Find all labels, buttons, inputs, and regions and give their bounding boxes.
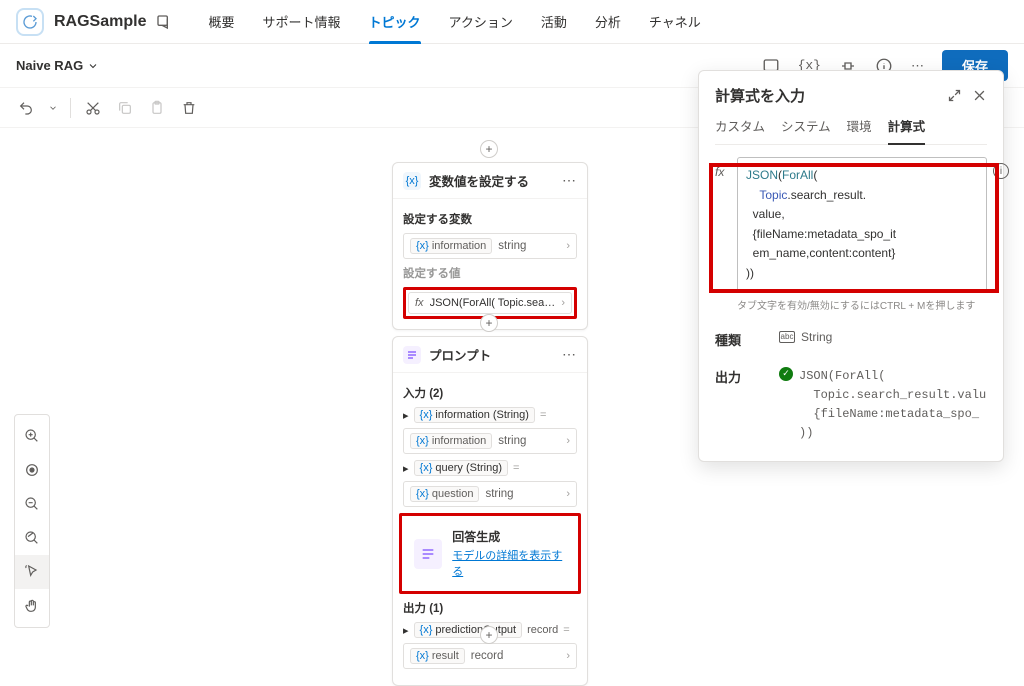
answer-title: 回答生成 xyxy=(452,528,566,545)
node-title: プロンプト xyxy=(429,345,554,364)
variable-icon: {x} xyxy=(403,172,421,190)
formula-input[interactable]: JSON(ForAll( Topic.search_result. value,… xyxy=(737,157,987,293)
node-menu-button[interactable]: ⋯ xyxy=(562,172,577,189)
prompt-icon xyxy=(403,346,421,364)
nav-tab-analytics[interactable]: 分析 xyxy=(583,0,633,44)
variable-selector[interactable]: {x}information string › xyxy=(403,233,577,259)
panel-title: 計算式を入力 xyxy=(715,85,805,106)
success-icon: ✓ xyxy=(779,367,793,381)
nav-tab-channels[interactable]: チャネル xyxy=(637,0,713,44)
node-title: 変数値を設定する xyxy=(429,171,554,190)
nav-tab-activity[interactable]: 活動 xyxy=(529,0,579,44)
chevron-right-icon: › xyxy=(566,240,570,252)
undo-chevron-icon[interactable] xyxy=(48,103,58,113)
panel-tab-system[interactable]: システム xyxy=(781,116,831,144)
connector-add-mid[interactable]: + xyxy=(480,314,498,332)
formula-field[interactable]: fx JSON(ForAll( Topic.search_r... › xyxy=(408,292,572,314)
model-details-link[interactable]: モデルの詳細を表示する xyxy=(452,547,566,579)
cut-button[interactable] xyxy=(83,98,103,118)
zoom-rail xyxy=(14,414,50,628)
rename-icon[interactable] xyxy=(156,12,176,32)
hand-button[interactable] xyxy=(15,589,49,623)
input-item[interactable]: ▸{x}information (String)= xyxy=(403,407,577,423)
nav-tab-topics[interactable]: トピック xyxy=(357,0,433,44)
fit-button[interactable] xyxy=(15,453,49,487)
undo-button[interactable] xyxy=(16,98,36,118)
app-logo-icon xyxy=(16,8,44,36)
zoom-out-button[interactable] xyxy=(15,487,49,521)
copy-button[interactable] xyxy=(115,98,135,118)
zoom-in-button[interactable] xyxy=(15,419,49,453)
kind-value: abc String xyxy=(779,330,832,344)
connector-add-bottom[interactable]: + xyxy=(480,626,498,644)
output-preview: JSON(ForAll( Topic.search_result.valu {f… xyxy=(799,367,986,444)
kind-label: 種類 xyxy=(715,330,755,349)
node-set-variable[interactable]: {x} 変数値を設定する ⋯ 設定する変数 {x}information str… xyxy=(392,162,588,330)
node-menu-button[interactable]: ⋯ xyxy=(562,346,577,363)
app-title: RAGSample xyxy=(54,13,146,31)
top-nav: RAGSample 概要 サポート情報 トピック アクション 活動 分析 チャネ… xyxy=(0,0,1024,44)
panel-tabs: カスタム システム 環境 計算式 xyxy=(715,116,987,145)
info-icon[interactable]: i xyxy=(993,163,1009,179)
chevron-down-icon xyxy=(87,60,99,72)
highlight-box: 回答生成 モデルの詳細を表示する xyxy=(399,513,581,594)
panel-tab-env[interactable]: 環境 xyxy=(847,116,872,144)
delete-button[interactable] xyxy=(179,98,199,118)
output-label: 出力 xyxy=(715,367,755,386)
nav-tabs: 概要 サポート情報 トピック アクション 活動 分析 チャネル xyxy=(196,0,712,44)
formula-panel: 計算式を入力 カスタム システム 環境 計算式 fx i JSON(ForAll… xyxy=(698,70,1004,462)
answer-icon xyxy=(414,539,442,569)
code-area: fx i JSON(ForAll( Topic.search_result. v… xyxy=(737,157,987,293)
section-label: 設定する値 xyxy=(403,265,577,281)
panel-tab-formula[interactable]: 計算式 xyxy=(888,116,926,145)
paste-button[interactable] xyxy=(147,98,167,118)
panel-tab-custom[interactable]: カスタム xyxy=(715,116,765,144)
topic-dropdown-label: Naive RAG xyxy=(16,58,83,73)
nav-tab-actions[interactable]: アクション xyxy=(437,0,525,44)
reset-zoom-button[interactable] xyxy=(15,521,49,555)
input-variable-selector[interactable]: {x}question string › xyxy=(403,481,577,507)
input-variable-selector[interactable]: {x}information string › xyxy=(403,428,577,454)
nav-tab-overview[interactable]: 概要 xyxy=(196,0,246,44)
close-icon[interactable] xyxy=(972,88,987,103)
chevron-right-icon: › xyxy=(561,297,565,309)
expand-icon[interactable] xyxy=(947,88,962,103)
output-variable-selector[interactable]: {x}result record › xyxy=(403,643,577,669)
connector-add-top[interactable]: + xyxy=(480,140,498,158)
fx-prefix: fx xyxy=(715,165,724,179)
topic-dropdown[interactable]: Naive RAG xyxy=(16,58,99,73)
formula-hint: タブ文字を有効/無効にするにはCTRL + Mを押します xyxy=(737,297,987,312)
answer-generation-card[interactable]: 回答生成 モデルの詳細を表示する xyxy=(404,518,576,589)
input-item[interactable]: ▸{x}query (String)= xyxy=(403,460,577,476)
cursor-button[interactable] xyxy=(15,555,49,589)
nav-tab-support[interactable]: サポート情報 xyxy=(250,0,352,44)
section-label: 設定する変数 xyxy=(403,211,577,227)
string-type-icon: abc xyxy=(779,331,795,343)
input-label: 入力 (2) xyxy=(403,385,577,401)
output-label: 出力 (1) xyxy=(403,600,577,616)
